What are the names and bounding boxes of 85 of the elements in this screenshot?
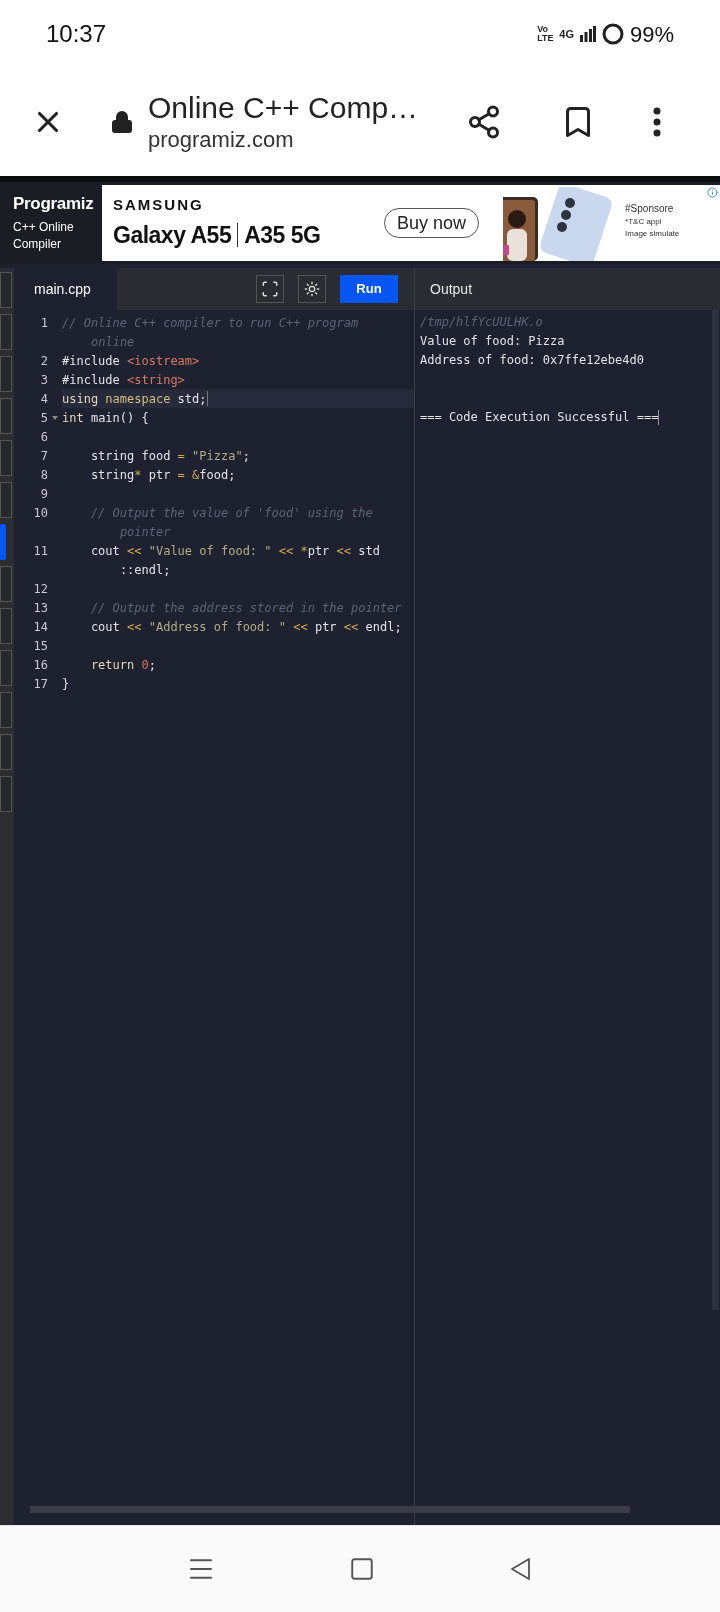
code-line: using namespace std;: [62, 390, 207, 408]
battery-level: 99%: [629, 20, 674, 49]
code-line: int main() {: [62, 409, 149, 427]
volte-label: Vo LTE: [537, 25, 554, 43]
clock-time: 10:37: [46, 19, 107, 49]
page-url: programiz.com: [148, 126, 295, 154]
ad-banner[interactable]: SAMSUNG Galaxy A55 A35 5G Buy now #Sponsore *T&C appl Image simulate: [102, 185, 720, 261]
network-label: 4G: [559, 26, 574, 42]
line-number: 2: [40, 352, 48, 370]
code-comment: pointer: [118, 523, 171, 541]
output-line: Address of food: 0x7ffe12ebe4d0: [420, 352, 644, 369]
page-title[interactable]: Online C++ Comp…: [148, 90, 448, 126]
code-line: cout << "Value of food: " << *ptr << std: [89, 542, 380, 560]
line-number: 4: [40, 390, 48, 408]
line-number: 16: [33, 656, 48, 674]
run-button[interactable]: Run: [340, 275, 398, 303]
site-subtitle: C++ Online Compiler: [13, 219, 75, 253]
brand-label: SAMSUNG: [113, 194, 205, 215]
code-line: #include <string>: [62, 371, 185, 389]
sponsored-label: #Sponsore: [625, 202, 674, 216]
line-number: 7: [40, 447, 48, 465]
code-line: string food = "Pizza";: [89, 447, 250, 465]
side-tab[interactable]: [0, 566, 12, 602]
line-number: 3: [40, 371, 48, 389]
text-cursor: [206, 391, 208, 406]
line-number: 13: [33, 599, 48, 617]
side-tab[interactable]: [0, 398, 12, 434]
line-number: 8: [40, 466, 48, 484]
line-number: 9: [40, 485, 48, 503]
lock-icon: [110, 110, 134, 134]
battery-icon: [601, 23, 624, 45]
line-number: 11: [33, 542, 48, 560]
code-comment: // Output the value of 'food' using the: [89, 504, 373, 522]
side-tab[interactable]: [0, 524, 6, 560]
side-tab[interactable]: [0, 692, 12, 728]
line-number: 14: [33, 618, 48, 636]
line-number: 17: [33, 675, 48, 693]
side-tab[interactable]: [0, 482, 12, 518]
home-button[interactable]: [349, 1556, 375, 1582]
line-number: 1: [40, 314, 48, 332]
sun-icon: [304, 281, 320, 297]
code-line: cout << "Address of food: " << ptr << endl;: [89, 618, 402, 636]
output-title: Output: [430, 279, 473, 299]
more-icon: [653, 107, 661, 137]
fullscreen-icon: [261, 280, 279, 298]
line-number: 10: [33, 504, 48, 522]
side-tab[interactable]: [0, 440, 12, 476]
side-tab[interactable]: [0, 356, 12, 392]
code-comment: // Output the address stored in the pointer: [89, 599, 402, 617]
file-tab[interactable]: main.cpp: [14, 268, 117, 310]
text-cursor: [658, 410, 660, 425]
side-tab[interactable]: [0, 776, 12, 812]
code-line: return 0;: [89, 656, 156, 674]
horizontal-scrollbar[interactable]: [30, 1506, 415, 1513]
share-icon: [466, 104, 502, 140]
side-tab[interactable]: [0, 272, 12, 308]
line-number: 6: [40, 428, 48, 446]
horizontal-scrollbar[interactable]: [415, 1506, 630, 1513]
code-line: ::endl;: [118, 561, 171, 579]
code-line: }: [62, 675, 70, 693]
output-line: Value of food: Pizza: [420, 333, 565, 350]
note-label: Image simulate: [625, 228, 680, 240]
side-tab[interactable]: [0, 650, 12, 686]
fullscreen-button[interactable]: [256, 275, 284, 303]
code-line: string* ptr = &food;: [89, 466, 236, 484]
output-line: === Code Execution Successful ===: [420, 409, 659, 426]
programiz-logo[interactable]: Programiz: [13, 193, 102, 215]
home-icon: [349, 1556, 375, 1582]
line-number: 15: [33, 637, 48, 655]
terms-label: *T&C appl: [625, 216, 662, 228]
output-line: /tmp/hlfYcUULHK.o: [420, 314, 543, 331]
fold-icon[interactable]: [52, 415, 58, 420]
theme-button[interactable]: [298, 275, 326, 303]
model-label: Galaxy A55: [113, 221, 232, 250]
model-label: A35 5G: [244, 221, 321, 250]
code-line: #include <iostream>: [62, 352, 200, 370]
line-number: 12: [33, 580, 48, 598]
code-comment: // Online C++ compiler to run C++ program: [62, 314, 359, 332]
signal-icon: [579, 26, 596, 42]
line-number: 5: [40, 409, 48, 427]
info-icon[interactable]: [707, 187, 718, 198]
side-tab[interactable]: [0, 734, 12, 770]
code-comment: online: [91, 333, 135, 351]
side-tab[interactable]: [0, 608, 12, 644]
side-tab[interactable]: [0, 314, 12, 350]
